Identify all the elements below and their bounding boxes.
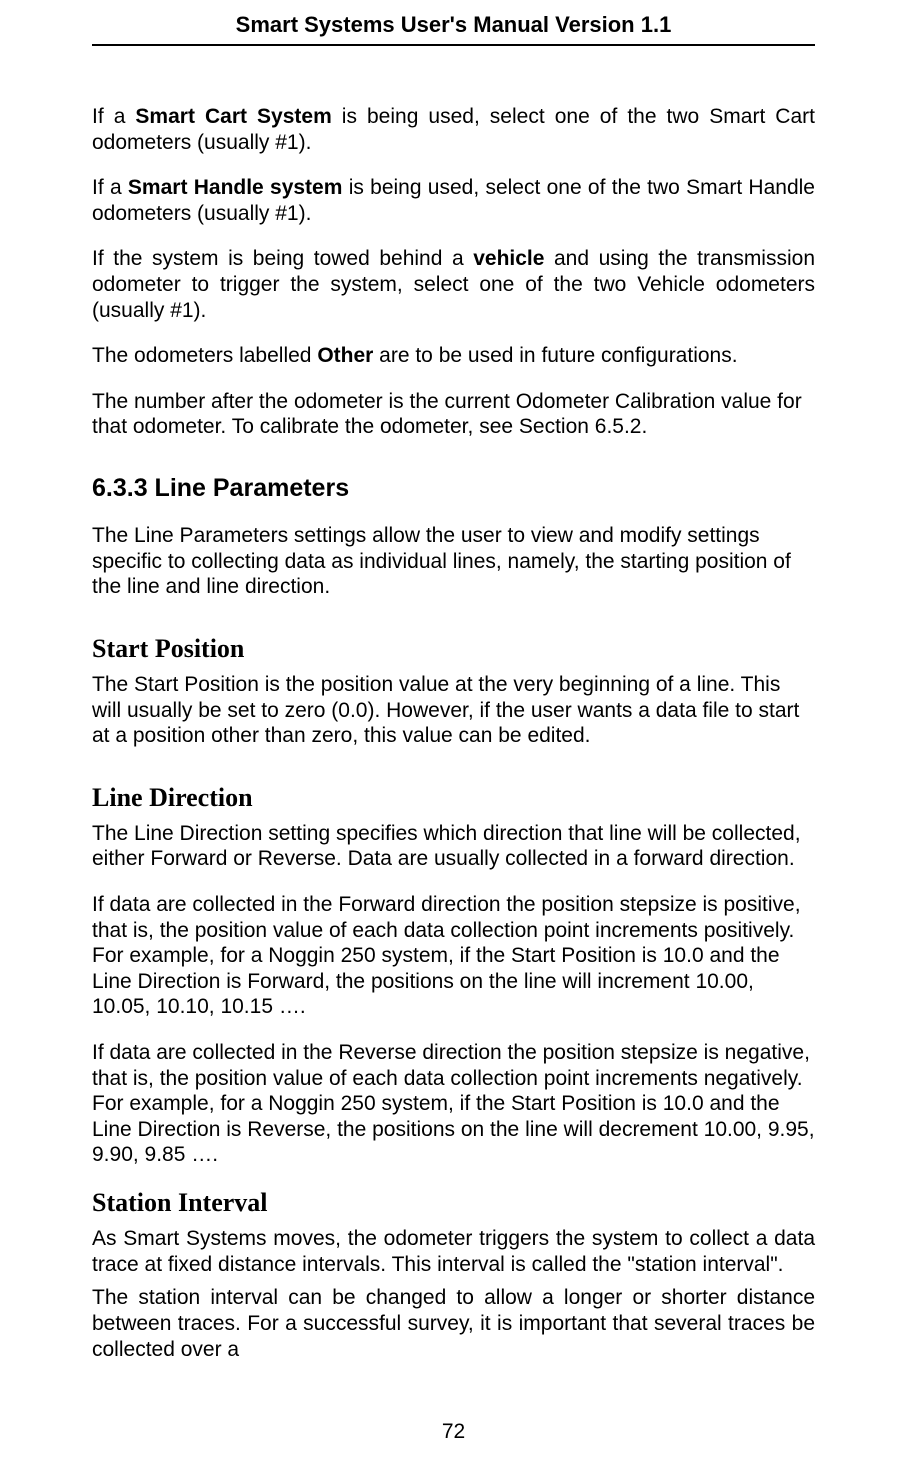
text: The odometers labelled — [92, 344, 317, 367]
heading-station-interval: Station Interval — [92, 1188, 815, 1218]
heading-line-parameters: 6.3.3 Line Parameters — [92, 474, 815, 503]
paragraph-smart-cart: If a Smart Cart System is being used, se… — [92, 104, 815, 155]
paragraph-calibration: The number after the odometer is the cur… — [92, 389, 815, 440]
paragraph-linedir-forward: If data are collected in the Forward dir… — [92, 892, 815, 1020]
bold-text: Smart Cart System — [135, 105, 331, 128]
header-title: Smart Systems User's Manual Version 1.1 — [92, 0, 815, 44]
heading-line-direction: Line Direction — [92, 783, 815, 813]
text: If a — [92, 176, 128, 199]
paragraph-vehicle: If the system is being towed behind a ve… — [92, 246, 815, 323]
bold-text: vehicle — [473, 247, 544, 270]
header-rule — [92, 44, 815, 46]
document-page: Smart Systems User's Manual Version 1.1 … — [0, 0, 907, 1466]
paragraph-smart-handle: If a Smart Handle system is being used, … — [92, 175, 815, 226]
paragraph-linedir-reverse: If data are collected in the Reverse dir… — [92, 1040, 815, 1168]
bold-text: Other — [317, 344, 373, 367]
text: If a — [92, 105, 135, 128]
heading-start-position: Start Position — [92, 634, 815, 664]
paragraph-other: The odometers labelled Other are to be u… — [92, 343, 815, 369]
paragraph-linedir-intro: The Line Direction setting specifies whi… — [92, 821, 815, 872]
text: are to be used in future configurations. — [373, 344, 737, 367]
paragraph-station-1: As Smart Systems moves, the odometer tri… — [92, 1226, 815, 1277]
page-number: 72 — [0, 1420, 907, 1444]
text: If the system is being towed behind a — [92, 247, 473, 270]
bold-text: Smart Handle system — [128, 176, 342, 199]
paragraph-line-params-intro: The Line Parameters settings allow the u… — [92, 523, 815, 600]
paragraph-start-position: The Start Position is the position value… — [92, 672, 815, 749]
paragraph-station-2: The station interval can be changed to a… — [92, 1285, 815, 1362]
